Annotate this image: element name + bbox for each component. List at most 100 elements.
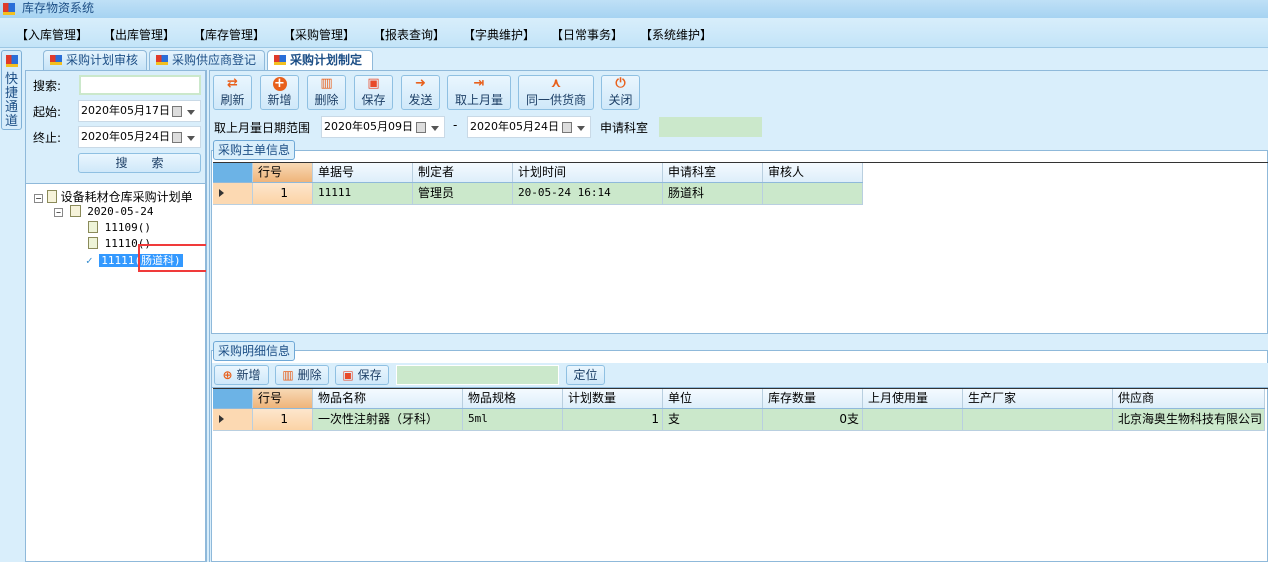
- column-header[interactable]: 单位: [663, 389, 763, 408]
- clipboard-icon: [46, 190, 57, 203]
- collapse-icon[interactable]: −: [54, 208, 63, 217]
- delete-button[interactable]: ▥ 删除: [307, 75, 346, 110]
- table-cell: [863, 409, 963, 430]
- tab-label: 采购计划制定: [290, 53, 363, 67]
- menu-reports[interactable]: 【报表查询】: [373, 26, 445, 43]
- tab-icon: [50, 55, 62, 65]
- column-header[interactable]: 供应商: [1113, 389, 1265, 408]
- detail-add-button[interactable]: ⊕ 新增: [214, 365, 269, 385]
- select-all-corner[interactable]: [213, 163, 253, 182]
- column-header[interactable]: 审核人: [763, 163, 863, 182]
- table-cell: 北京海奥生物科技有限公司: [1113, 409, 1265, 430]
- close-button[interactable]: ⏻ 关闭: [601, 75, 640, 110]
- end-date-value: 2020年05月24日: [81, 130, 170, 143]
- tree-item-label: 11109(): [104, 221, 151, 234]
- table-row[interactable]: 1 11111 管理员 20-05-24 16:14 肠道科: [213, 183, 863, 205]
- search-button[interactable]: 搜 索: [78, 153, 201, 173]
- menu-outbound[interactable]: 【出库管理】: [103, 26, 175, 43]
- row-selector[interactable]: [213, 183, 253, 204]
- column-header[interactable]: 生产厂家: [963, 389, 1113, 408]
- detail-save-button[interactable]: ▣ 保存: [335, 365, 389, 385]
- tab-supplier-register[interactable]: 采购供应商登记: [149, 50, 265, 70]
- menu-purchase[interactable]: 【采购管理】: [283, 26, 355, 43]
- menu-inbound[interactable]: 【入库管理】: [16, 26, 88, 43]
- collapse-icon[interactable]: −: [34, 194, 43, 203]
- table-cell: 0支: [763, 409, 863, 430]
- table-cell: 一次性注射器（牙科）: [313, 409, 463, 430]
- menu-dictionary[interactable]: 【字典维护】: [463, 26, 535, 43]
- table-row[interactable]: 1 一次性注射器（牙科） 5ml 1 支 0支 北京海奥生物科技有限公司: [213, 409, 1265, 431]
- plus-icon: +: [272, 76, 287, 91]
- menu-inventory[interactable]: 【库存管理】: [193, 26, 265, 43]
- search-input[interactable]: [79, 75, 201, 95]
- column-header[interactable]: 行号: [253, 389, 313, 408]
- range-from-picker[interactable]: 2020年05月09日: [321, 116, 445, 138]
- checklist-icon: [88, 237, 98, 249]
- column-header[interactable]: 计划时间: [513, 163, 663, 182]
- row-pointer-icon: [219, 189, 228, 197]
- chevron-down-icon: [187, 136, 195, 145]
- menu-daily[interactable]: 【日常事务】: [551, 26, 623, 43]
- calendar-icon: [562, 122, 572, 133]
- fetch-last-month-button[interactable]: ⇥ 取上月量: [447, 75, 511, 110]
- detail-delete-button[interactable]: ▥ 删除: [275, 365, 329, 385]
- button-label: 新增: [236, 368, 261, 382]
- app-title: 库存物资系统: [22, 1, 95, 15]
- grid-header[interactable]: 行号 单据号 制定者 计划时间 申请科室 审核人: [213, 163, 863, 183]
- send-button[interactable]: ➜ 发送: [401, 75, 440, 110]
- chevron-down-icon: [187, 110, 195, 119]
- range-to-picker[interactable]: 2020年05月24日: [467, 116, 591, 138]
- refresh-icon: ⇄: [227, 76, 238, 91]
- column-header[interactable]: 申请科室: [663, 163, 763, 182]
- tab-plan-review[interactable]: 采购计划审核: [43, 50, 147, 70]
- table-cell: 支: [663, 409, 763, 430]
- grid-header[interactable]: 行号 物品名称 物品规格 计划数量 单位 库存数量 上月使用量 生产厂家 供应商: [213, 389, 1265, 409]
- tab-plan-create[interactable]: 采购计划制定: [267, 50, 373, 71]
- plan-tree: − 设备耗材仓库采购计划单 − 2020-05-24 11109() 11110…: [25, 183, 209, 562]
- same-supplier-button[interactable]: ⋏ 同一供货商: [518, 75, 594, 110]
- column-header[interactable]: 库存数量: [763, 389, 863, 408]
- table-cell: 1: [563, 409, 663, 430]
- table-cell: 20-05-24 16:14: [513, 183, 663, 204]
- refresh-button[interactable]: ⇄ 刷新: [213, 75, 252, 110]
- column-header[interactable]: 制定者: [413, 163, 513, 182]
- tab-icon: [274, 55, 286, 65]
- save-button[interactable]: ▣ 保存: [354, 75, 393, 110]
- column-header[interactable]: 计划数量: [563, 389, 663, 408]
- end-date-picker[interactable]: 2020年05月24日: [78, 126, 201, 148]
- range-to-value: 2020年05月24日: [470, 120, 559, 133]
- column-header[interactable]: 单据号: [313, 163, 413, 182]
- tab-label: 采购计划审核: [66, 53, 139, 67]
- dept-input[interactable]: [659, 117, 762, 137]
- row-selector[interactable]: [213, 409, 253, 430]
- tree-root[interactable]: − 设备耗材仓库采购计划单: [34, 188, 193, 205]
- button-label: 关闭: [608, 93, 633, 107]
- table-cell: 肠道科: [663, 183, 763, 204]
- master-grid: 行号 单据号 制定者 计划时间 申请科室 审核人 1 11111 管理员 20-05-24 16:…: [213, 162, 1268, 334]
- save-icon: ▣: [342, 368, 354, 382]
- button-label: 新增: [267, 93, 292, 107]
- locate-input[interactable]: [396, 365, 559, 385]
- plus-icon: ⊕: [222, 368, 233, 382]
- column-header[interactable]: 上月使用量: [863, 389, 963, 408]
- select-all-corner[interactable]: [213, 389, 253, 408]
- start-label: 起始:: [33, 105, 62, 119]
- quick-access-panel[interactable]: 快捷通道: [1, 50, 22, 130]
- add-button[interactable]: + 新增: [260, 75, 299, 110]
- column-header[interactable]: 行号: [253, 163, 313, 182]
- table-cell: 1: [253, 183, 313, 204]
- calendar-icon: [172, 132, 182, 143]
- search-label: 搜索:: [33, 79, 62, 93]
- column-header[interactable]: 物品规格: [463, 389, 563, 408]
- table-cell: [763, 183, 863, 204]
- locate-button[interactable]: 定位: [566, 365, 605, 385]
- tree-date-node[interactable]: − 2020-05-24: [54, 205, 153, 218]
- highlight-box: [138, 244, 209, 272]
- menu-system[interactable]: 【系统维护】: [640, 26, 712, 43]
- calendar-icon: [172, 106, 182, 117]
- column-header[interactable]: 物品名称: [313, 389, 463, 408]
- start-date-picker[interactable]: 2020年05月17日: [78, 100, 201, 122]
- master-group-title: 采购主单信息: [213, 140, 296, 160]
- tree-item[interactable]: 11109(): [88, 221, 151, 234]
- table-cell: 11111: [313, 183, 413, 204]
